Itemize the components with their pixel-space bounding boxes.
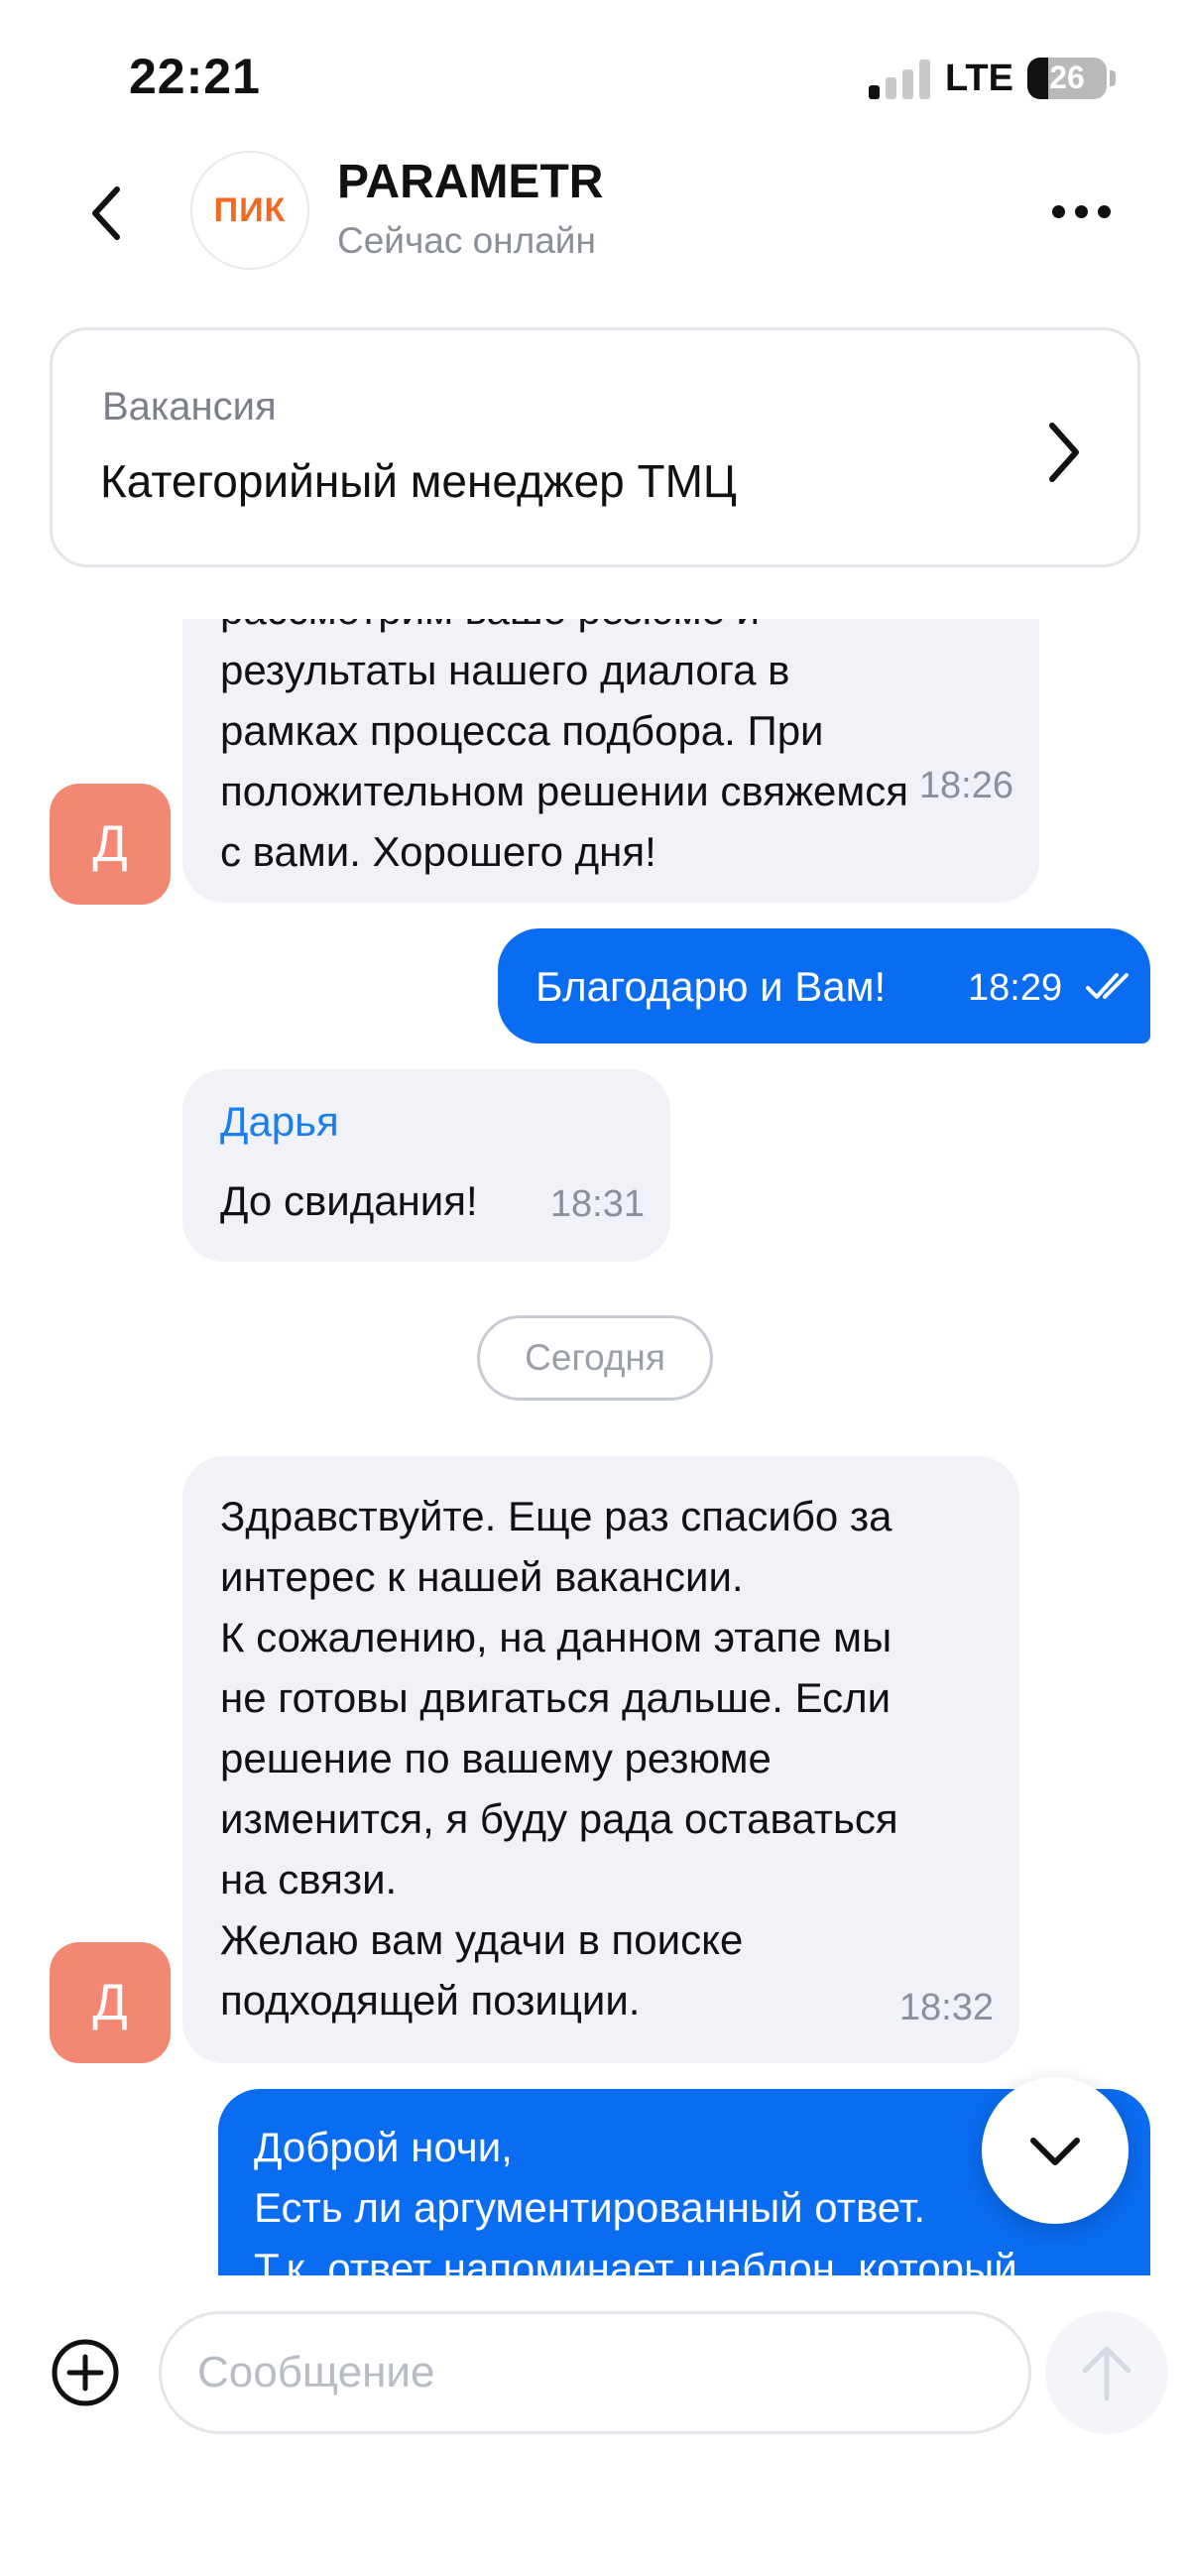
company-avatar[interactable]: ПИК [190, 151, 309, 270]
message-time: 18:26 [918, 765, 1013, 806]
sender-avatar[interactable]: Д [50, 1942, 171, 2063]
battery-level: 26 [1049, 60, 1085, 95]
attach-button[interactable] [50, 2337, 121, 2408]
send-button[interactable] [1045, 2311, 1168, 2434]
message-partial-text: рассмотрим ваше резюме и [220, 619, 760, 640]
message-text: Здравствуйте. Еще раз спасибо за интерес… [220, 1493, 898, 2024]
more-options-button[interactable] [1041, 193, 1121, 229]
plus-circle-icon [52, 2339, 119, 2406]
message-incoming[interactable]: Здравствуйте. Еще раз спасибо за интерес… [182, 1456, 1019, 2063]
chevron-left-icon [92, 186, 120, 240]
message-outgoing[interactable]: Благодарю и Вам! 18:29 [498, 928, 1150, 1043]
message-input[interactable] [159, 2311, 1031, 2434]
message-text: Доброй ночи, Есть ли аргументированный о… [254, 2124, 1017, 2275]
chevron-down-icon [1030, 2138, 1080, 2165]
message-text: До свидания! [220, 1177, 478, 1224]
message-composer [0, 2275, 1190, 2576]
scroll-to-bottom-button[interactable] [982, 2077, 1129, 2224]
message-time: 18:32 [898, 1987, 994, 2028]
message-incoming[interactable]: рассмотрим ваше резюме и результаты наше… [182, 619, 1039, 903]
message-text: Благодарю и Вам! [536, 963, 887, 1010]
message-time: 18:31 [549, 1183, 645, 1225]
vacancy-card[interactable]: Вакансия Категорийный менеджер ТМЦ [50, 327, 1140, 567]
sender-avatar[interactable]: Д [50, 784, 171, 905]
arrow-up-icon [1082, 2346, 1131, 2401]
status-bar: 22:21 LTE 26 [0, 0, 1190, 149]
more-horizontal-icon [1051, 204, 1065, 218]
vacancy-label: Вакансия [102, 385, 277, 429]
back-button[interactable] [75, 179, 135, 248]
company-logo: ПИК [213, 190, 287, 229]
message-text: результаты нашего диалога в рамках проце… [220, 647, 909, 875]
chevron-right-icon [1049, 423, 1079, 482]
message-list[interactable]: рассмотрим ваше резюме и результаты наше… [0, 619, 1190, 2275]
sender-name[interactable]: Дарья [220, 1091, 339, 1152]
online-status: Сейчас онлайн [337, 220, 596, 261]
status-time: 22:21 [129, 49, 261, 104]
network-type: LTE [945, 58, 1013, 99]
battery-icon: 26 [1027, 58, 1107, 99]
date-separator: Сегодня [477, 1315, 713, 1401]
double-check-icon [1086, 973, 1129, 999]
message-incoming[interactable]: Дарья До свидания! 18:31 [182, 1069, 670, 1262]
chat-title[interactable]: PARAMETR [337, 155, 603, 209]
battery-tip [1110, 70, 1116, 86]
signal-strength-icon [869, 60, 932, 99]
message-time: 18:29 [968, 967, 1063, 1009]
vacancy-name: Категорийный менеджер ТМЦ [100, 455, 737, 507]
